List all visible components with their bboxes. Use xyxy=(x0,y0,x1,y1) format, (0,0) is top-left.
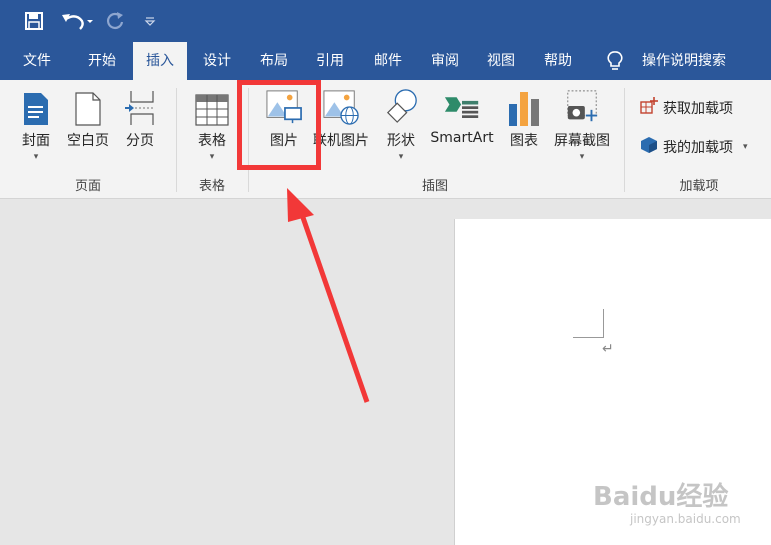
group-divider xyxy=(176,88,177,192)
get-addins-label: 获取加载项 xyxy=(663,101,733,117)
chart-button[interactable]: 图表 xyxy=(504,86,544,176)
tab-layout[interactable]: 布局 xyxy=(251,42,297,80)
page-break-label: 分页 xyxy=(126,133,154,149)
chevron-down-icon: ▾ xyxy=(209,152,215,162)
tell-me-search[interactable]: 操作说明搜索 xyxy=(634,42,734,80)
customize-qat-icon[interactable] xyxy=(140,0,160,42)
blank-page-button[interactable]: 空白页 xyxy=(62,86,114,176)
get-addins-button[interactable]: 获取加载项 xyxy=(640,97,733,119)
group-divider xyxy=(624,88,625,192)
watermark-url: jingyan.baidu.com xyxy=(630,512,741,526)
blank-page-icon xyxy=(70,86,106,126)
online-picture-icon xyxy=(323,86,359,126)
cover-page-icon xyxy=(18,86,54,126)
margin-corner-mark xyxy=(573,309,604,338)
redo-icon[interactable] xyxy=(104,0,128,42)
my-addins-label: 我的加载项 xyxy=(663,140,733,156)
blank-page-label: 空白页 xyxy=(67,133,109,149)
my-addins-button[interactable]: 我的加载项 ▾ xyxy=(640,136,748,158)
highlight-box xyxy=(237,80,321,170)
cover-page-label: 封面 xyxy=(22,133,50,149)
tab-mailings[interactable]: 邮件 xyxy=(365,42,411,80)
tab-review[interactable]: 审阅 xyxy=(422,42,468,80)
cover-page-button[interactable]: 封面 ▾ xyxy=(16,86,56,176)
tab-file[interactable]: 文件 xyxy=(14,42,60,80)
screenshot-button[interactable]: 屏幕截图 ▾ xyxy=(550,86,614,176)
tab-home[interactable]: 开始 xyxy=(78,42,126,80)
screenshot-label: 屏幕截图 xyxy=(554,133,610,149)
smartart-label: SmartArt xyxy=(430,130,494,146)
tab-help[interactable]: 帮助 xyxy=(535,42,581,80)
my-addins-icon xyxy=(640,136,660,158)
illustrations-group-label: 插图 xyxy=(421,179,448,194)
online-picture-label: 联机图片 xyxy=(313,133,369,149)
tab-references[interactable]: 引用 xyxy=(307,42,353,80)
smartart-button[interactable]: SmartArt xyxy=(428,86,496,176)
screenshot-icon xyxy=(564,86,600,126)
page-break-button[interactable]: 分页 xyxy=(120,86,160,176)
chevron-down-icon: ▾ xyxy=(743,142,748,152)
get-addins-icon xyxy=(640,97,660,119)
addins-group-label: 加载项 xyxy=(679,179,719,194)
table-icon xyxy=(194,86,230,126)
shapes-button[interactable]: 形状 ▾ xyxy=(380,86,422,176)
tab-view[interactable]: 视图 xyxy=(478,42,524,80)
save-icon[interactable] xyxy=(22,0,46,42)
table-label: 表格 xyxy=(198,133,226,149)
chart-icon xyxy=(506,86,542,126)
smartart-icon xyxy=(444,86,480,126)
undo-icon[interactable] xyxy=(58,0,96,42)
chevron-down-icon: ▾ xyxy=(398,152,404,162)
tab-insert[interactable]: 插入 xyxy=(133,42,187,80)
shapes-label: 形状 xyxy=(387,133,415,149)
page-break-icon xyxy=(122,86,158,126)
watermark-logo: Baidu经验 xyxy=(593,482,729,512)
chart-label: 图表 xyxy=(510,133,538,149)
chevron-down-icon: ▾ xyxy=(579,152,585,162)
paragraph-mark: ↵ xyxy=(602,341,614,357)
table-button[interactable]: 表格 ▾ xyxy=(190,86,234,176)
shapes-icon xyxy=(383,86,419,126)
lightbulb-icon[interactable] xyxy=(600,42,630,80)
tables-group-label: 表格 xyxy=(198,179,225,194)
chevron-down-icon: ▾ xyxy=(33,152,39,162)
tab-design[interactable]: 设计 xyxy=(194,42,240,80)
pages-group-label: 页面 xyxy=(74,179,101,194)
